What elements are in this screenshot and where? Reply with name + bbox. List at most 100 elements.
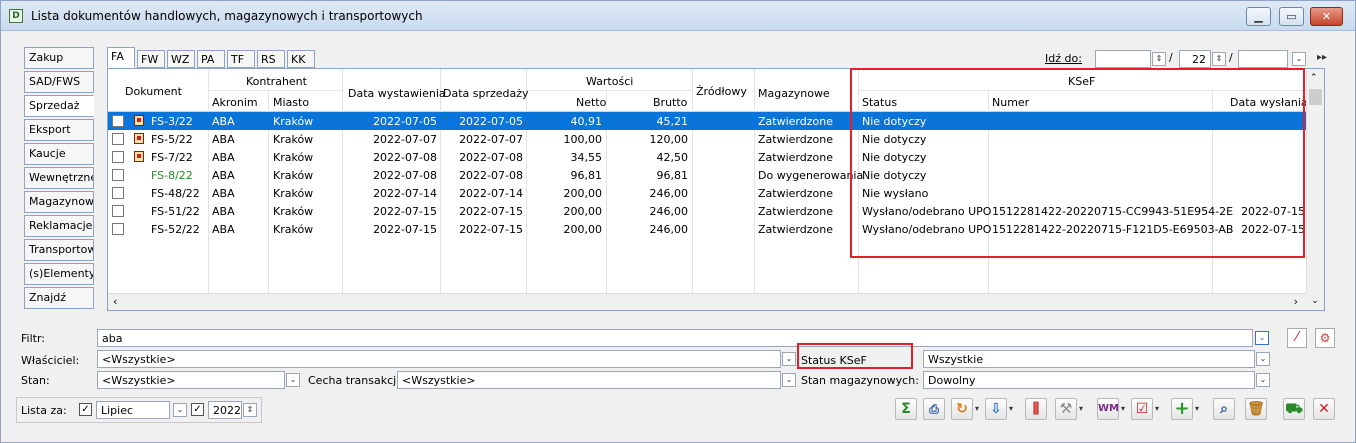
top-tab-0[interactable]: FA	[107, 47, 135, 68]
row-checkbox[interactable]	[112, 205, 124, 217]
chevron-down-icon[interactable]: ⌄	[1306, 293, 1324, 310]
document-flag-icon	[134, 151, 144, 162]
top-tab-6[interactable]: KK	[287, 50, 315, 68]
side-tab-6[interactable]: Magazynowe	[24, 191, 94, 213]
fast-forward-icon[interactable]: ▸▸	[1315, 52, 1329, 66]
row-checkbox[interactable]	[112, 223, 124, 235]
cell-data-wystawienia: 2022-07-14	[373, 187, 437, 200]
chevron-left-icon[interactable]: ‹	[113, 295, 117, 308]
side-tab-0[interactable]: Zakup	[24, 47, 94, 69]
export-icon[interactable]: ⎙	[923, 398, 945, 420]
lista-za-year-checkbox[interactable]: ✓	[191, 403, 204, 416]
dropdown-arrow-icon[interactable]: ▾	[1077, 398, 1085, 420]
cell-dokument: FS-51/22	[151, 205, 200, 218]
status-ksef-select[interactable]: Wszystkie	[923, 350, 1255, 368]
lista-za-month-checkbox[interactable]: ✓	[79, 403, 92, 416]
goto-day-field[interactable]	[1095, 50, 1151, 68]
chevron-down-icon[interactable]: ⌄	[782, 373, 796, 387]
chevron-right-icon[interactable]: ›	[1294, 295, 1298, 308]
clear-filter-icon[interactable]: ⁄	[1287, 328, 1307, 348]
dropdown-arrow-icon[interactable]: ▾	[1007, 398, 1015, 420]
col-data-sprzedazy[interactable]: Data sprzedaży	[443, 87, 529, 100]
year-field[interactable]: 2022	[208, 401, 242, 419]
col-zrodlowy[interactable]: Źródłowy	[696, 85, 747, 98]
wm-icon[interactable]: WM	[1097, 398, 1119, 420]
top-tab-4[interactable]: TF	[227, 50, 255, 68]
truck-icon[interactable]: ⛟	[1283, 398, 1305, 420]
dropdown-arrow-icon[interactable]: ▾	[1119, 398, 1127, 420]
spin-icon[interactable]: ⇕	[1152, 52, 1166, 66]
refresh-icon[interactable]: ↻	[951, 398, 973, 420]
dropdown-arrow-icon[interactable]: ▾	[1193, 398, 1201, 420]
col-dokument[interactable]: Dokument	[125, 85, 182, 98]
chevron-down-icon[interactable]: ⌄	[173, 403, 187, 417]
side-tab-9[interactable]: (s)Elementy	[24, 263, 94, 285]
top-tab-2[interactable]: WZ	[167, 50, 195, 68]
chevron-up-icon[interactable]: ⌃	[1310, 73, 1318, 83]
spin-icon[interactable]: ⇕	[243, 403, 257, 417]
side-tab-8[interactable]: Transportowe	[24, 239, 94, 261]
columns-icon[interactable]: ⫼	[1025, 398, 1047, 420]
filtr-input[interactable]: aba	[97, 329, 1253, 347]
side-tab-4[interactable]: Kaucje	[24, 143, 94, 165]
maximize-button[interactable]: ▭	[1279, 7, 1304, 26]
side-tab-7[interactable]: Reklamacje	[24, 215, 94, 237]
close-window-button[interactable]: ✕	[1310, 7, 1343, 26]
stan-magazynowych-select[interactable]: Dowolny	[923, 371, 1255, 389]
top-tab-1[interactable]: FW	[137, 50, 165, 68]
wlasciciel-select[interactable]: <Wszystkie>	[97, 350, 781, 368]
side-tab-2[interactable]: Sprzedaż	[24, 95, 94, 117]
add-icon[interactable]: +	[1171, 398, 1193, 420]
chevron-down-icon[interactable]: ⌄	[286, 373, 300, 387]
cell-magazynowe: Zatwierdzone	[758, 115, 833, 128]
row-checkbox[interactable]	[112, 187, 124, 199]
search-icon[interactable]: ⌕	[1213, 398, 1235, 420]
side-tab-10[interactable]: Znajdź	[24, 287, 94, 309]
side-tab-5[interactable]: Wewnętrzne	[24, 167, 94, 189]
horizontal-scrollbar[interactable]: ‹ ›	[108, 293, 1306, 310]
col-magazynowe[interactable]: Magazynowe	[758, 87, 830, 100]
side-tab-3[interactable]: Eksport	[24, 119, 94, 141]
tools-icon[interactable]: ⚒	[1055, 398, 1077, 420]
row-checkbox[interactable]	[112, 169, 124, 181]
row-checkbox[interactable]	[112, 133, 124, 145]
chevron-down-icon[interactable]: ⌄	[1256, 352, 1270, 366]
cell-magazynowe: Zatwierdzone	[758, 223, 833, 236]
dropdown-arrow-icon[interactable]: ▾	[1153, 398, 1161, 420]
col-akronim[interactable]: Akronim	[212, 96, 258, 109]
goto-month-field[interactable]: 22	[1179, 50, 1211, 68]
cell-brutto: 45,21	[656, 115, 689, 128]
sigma-icon[interactable]: Σ	[895, 398, 917, 420]
cecha-select[interactable]: <Wszystkie>	[397, 371, 781, 389]
col-data-wystawienia[interactable]: Data wystawienia	[348, 87, 446, 100]
delete-icon[interactable]: 🗑	[1245, 398, 1267, 420]
chevron-down-icon[interactable]: ⌄	[1255, 331, 1269, 345]
spin-icon[interactable]: ⇕	[1212, 52, 1226, 66]
chevron-down-icon[interactable]: ⌄	[782, 352, 796, 366]
minimize-button[interactable]: ▁	[1246, 7, 1271, 26]
advanced-filter-icon[interactable]: ⚙	[1315, 328, 1335, 348]
close-icon[interactable]: ✕	[1313, 398, 1335, 420]
goto-year-field[interactable]	[1238, 50, 1288, 68]
import-icon[interactable]: ⇩	[985, 398, 1007, 420]
document-icon: D	[9, 9, 23, 23]
top-tab-5[interactable]: RS	[257, 50, 285, 68]
vertical-scrollbar[interactable]: ⌃	[1306, 69, 1324, 293]
stan-select[interactable]: <Wszystkie>	[97, 371, 285, 389]
chevron-down-icon[interactable]: ⌄	[1256, 373, 1270, 387]
col-netto[interactable]: Netto	[576, 96, 606, 109]
side-tab-1[interactable]: SAD/FWS	[24, 71, 94, 93]
dropdown-arrow-icon[interactable]: ▾	[973, 398, 981, 420]
cell-akronim: ABA	[212, 151, 235, 164]
month-select[interactable]: Lipiec	[96, 401, 170, 419]
scroll-thumb[interactable]	[1309, 89, 1322, 105]
goto-label: Idź do:	[1045, 52, 1082, 65]
top-tab-3[interactable]: PA	[197, 50, 225, 68]
col-brutto[interactable]: Brutto	[653, 96, 687, 109]
col-miasto[interactable]: Miasto	[273, 96, 309, 109]
chevron-down-icon[interactable]: ⌄	[1292, 52, 1306, 66]
cell-akronim: ABA	[212, 223, 235, 236]
checklist-icon[interactable]: ☑	[1131, 398, 1153, 420]
row-checkbox[interactable]	[112, 151, 124, 163]
row-checkbox[interactable]	[112, 115, 124, 127]
